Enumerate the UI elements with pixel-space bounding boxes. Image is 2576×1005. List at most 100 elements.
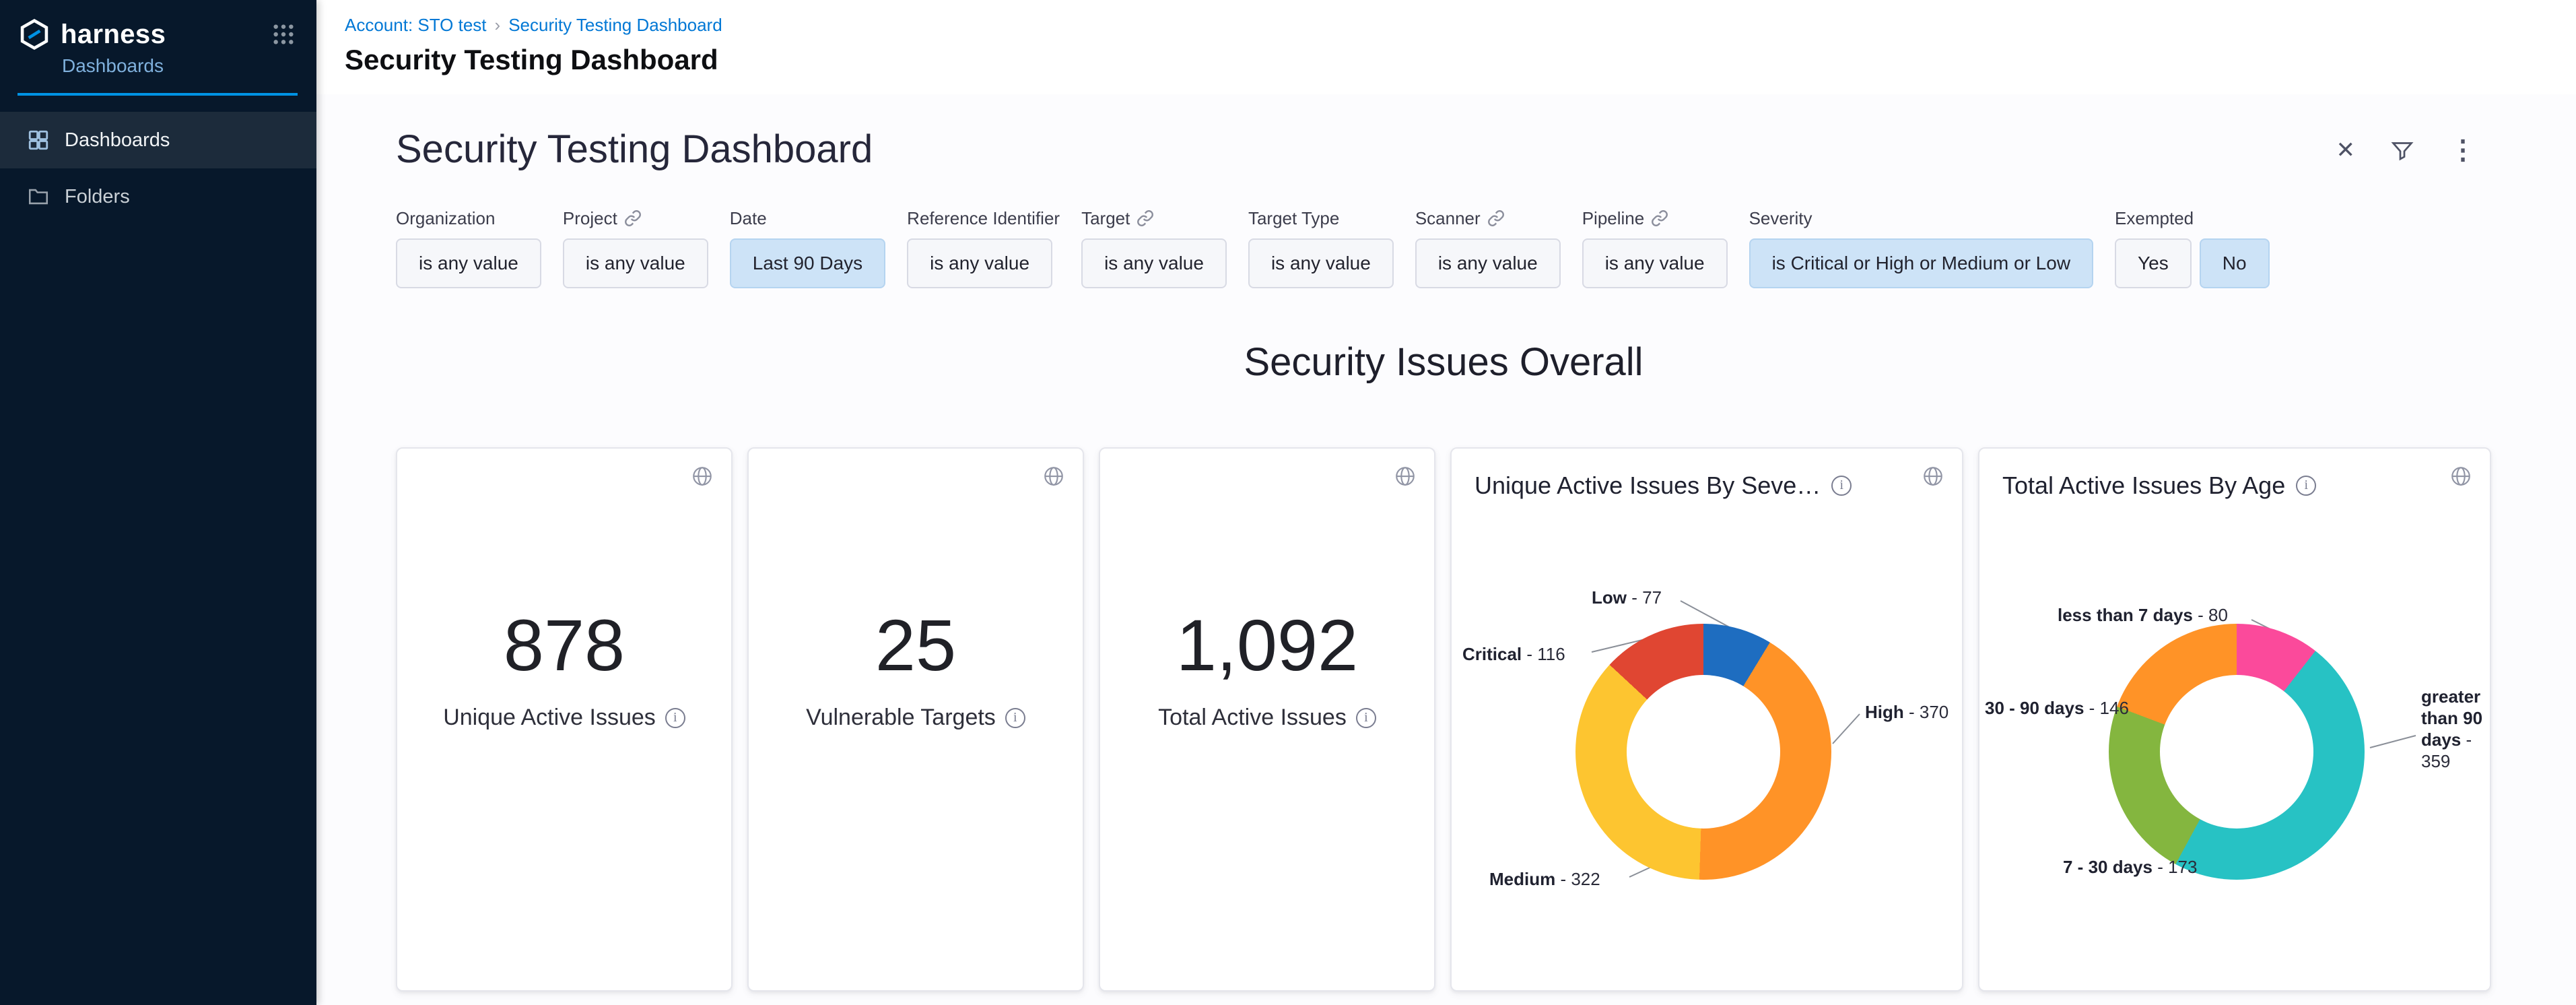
- info-icon[interactable]: [665, 708, 685, 728]
- sidebar-header: harness Dashboards: [0, 0, 316, 96]
- chart-segment-label: Low - 77: [1592, 587, 1662, 608]
- top-header: Account: STO test › Security Testing Das…: [316, 0, 2576, 94]
- chart-segment-label: High - 370: [1865, 702, 1948, 722]
- filter-reference-identifier: Reference Identifier is any value: [907, 207, 1060, 288]
- filter-target: Target is any value: [1081, 207, 1227, 288]
- filter-date-value[interactable]: Last 90 Days: [730, 238, 885, 288]
- section-title: Security Issues Overall: [396, 339, 2491, 385]
- link-icon[interactable]: [1651, 209, 1668, 227]
- sidebar: harness Dashboards Dashb: [0, 0, 316, 1005]
- kebab-menu-icon[interactable]: [2449, 135, 2476, 166]
- breadcrumb-separator: ›: [495, 15, 501, 36]
- app-window: harness Dashboards Dashb: [0, 0, 2576, 1005]
- globe-icon[interactable]: [2449, 465, 2472, 492]
- filter-severity: Severity is Critical or High or Medium o…: [1749, 207, 2093, 288]
- breadcrumb: Account: STO test › Security Testing Das…: [345, 15, 2576, 36]
- filter-bar: Organization is any value Project is a: [396, 207, 2576, 288]
- stat-label-text: Total Active Issues: [1158, 705, 1347, 731]
- donut-hole: [1627, 675, 1780, 829]
- stat-value: 1,092: [1176, 608, 1358, 683]
- filter-project-value[interactable]: is any value: [563, 238, 708, 288]
- chart-segment-label: Critical - 116: [1462, 644, 1565, 664]
- stat-label: Vulnerable Targets: [806, 705, 1025, 731]
- link-icon[interactable]: [1487, 209, 1505, 227]
- filter-target-type: Target Type is any value: [1248, 207, 1394, 288]
- module-grid-icon[interactable]: [272, 23, 295, 51]
- sidebar-item-folders[interactable]: Folders: [0, 168, 316, 225]
- tile-total-issues-by-age: Total Active Issues By Age: [1978, 447, 2491, 992]
- tile-unique-issues-by-severity: Unique Active Issues By Seve…: [1450, 447, 1963, 992]
- main-area: Account: STO test › Security Testing Das…: [316, 0, 2576, 1005]
- sidebar-item-dashboards[interactable]: Dashboards: [0, 112, 316, 168]
- exempted-yes-button[interactable]: Yes: [2115, 238, 2192, 288]
- donut-chart[interactable]: [2109, 624, 2365, 880]
- globe-icon[interactable]: [1394, 465, 1417, 492]
- exempted-no-button[interactable]: No: [2200, 238, 2270, 288]
- tile-vulnerable-targets: 25 Vulnerable Targets: [747, 447, 1084, 992]
- link-icon[interactable]: [1137, 209, 1154, 227]
- filter-pipeline: Pipeline is any value: [1582, 207, 1728, 288]
- chart-title: Unique Active Issues By Seve…: [1475, 472, 1821, 500]
- globe-icon[interactable]: [1922, 465, 1944, 492]
- module-name: Dashboards: [62, 55, 298, 77]
- chart-title-row: Total Active Issues By Age: [1979, 449, 2490, 500]
- breadcrumb-account-link[interactable]: Account: STO test: [345, 15, 487, 36]
- info-icon[interactable]: [1356, 708, 1376, 728]
- globe-icon[interactable]: [1042, 465, 1065, 492]
- harness-logo-icon: [18, 18, 51, 51]
- stat-label: Unique Active Issues: [443, 705, 685, 731]
- dashboard-title: Security Testing Dashboard: [396, 127, 2576, 172]
- harness-logo[interactable]: harness: [18, 18, 298, 51]
- filter-project: Project is any value: [563, 207, 708, 288]
- stat-label: Total Active Issues: [1158, 705, 1376, 731]
- filter-label: Pipeline: [1582, 208, 1645, 229]
- filter-label: Target Type: [1248, 208, 1339, 229]
- info-icon[interactable]: [1831, 476, 1852, 496]
- link-icon[interactable]: [624, 209, 642, 227]
- filter-label: Date: [730, 208, 767, 229]
- chart-title-row: Unique Active Issues By Seve…: [1452, 449, 1962, 500]
- close-icon[interactable]: [2336, 137, 2356, 164]
- filter-exempted: Exempted Yes No: [2115, 207, 2269, 288]
- tiles-row: 878 Unique Active Issues 25 Vulnerable: [396, 447, 2491, 992]
- tile-unique-active-issues: 878 Unique Active Issues: [396, 447, 733, 992]
- dashboards-icon: [27, 129, 50, 152]
- filter-label: Project: [563, 208, 617, 229]
- dashboard-actions: [2336, 135, 2477, 166]
- info-icon[interactable]: [2296, 476, 2316, 496]
- tile-total-active-issues: 1,092 Total Active Issues: [1099, 447, 1435, 992]
- info-icon[interactable]: [1005, 708, 1025, 728]
- globe-icon[interactable]: [691, 465, 714, 492]
- filter-label: Organization: [396, 208, 495, 229]
- chart-segment-label: 30 - 90 days - 146: [1985, 698, 2129, 718]
- donut-chart[interactable]: [1575, 624, 1831, 880]
- sidebar-nav: Dashboards Folders: [0, 112, 316, 225]
- filter-organization: Organization is any value: [396, 207, 541, 288]
- filter-target-type-value[interactable]: is any value: [1248, 238, 1394, 288]
- chart-segment-label: greater than 90 days - 359: [2421, 686, 2494, 772]
- filter-label: Exempted: [2115, 208, 2194, 229]
- page-title: Security Testing Dashboard: [345, 44, 2576, 76]
- sidebar-accent-rule: [18, 93, 298, 96]
- breadcrumb-page-link[interactable]: Security Testing Dashboard: [508, 15, 722, 36]
- folder-icon: [27, 185, 50, 208]
- filter-icon[interactable]: [2390, 138, 2414, 162]
- filter-label: Severity: [1749, 208, 1812, 229]
- filter-pipeline-value[interactable]: is any value: [1582, 238, 1728, 288]
- donut-hole: [2160, 675, 2313, 829]
- stat-label-text: Unique Active Issues: [443, 705, 656, 731]
- stat-value: 878: [504, 608, 625, 683]
- filter-date: Date Last 90 Days: [730, 207, 885, 288]
- filter-target-value[interactable]: is any value: [1081, 238, 1227, 288]
- chart-segment-label: Medium - 322: [1489, 869, 1600, 889]
- filter-severity-value[interactable]: is Critical or High or Medium or Low: [1749, 238, 2093, 288]
- filter-label: Reference Identifier: [907, 208, 1060, 229]
- sidebar-item-label: Folders: [65, 186, 130, 208]
- filter-scanner-value[interactable]: is any value: [1415, 238, 1561, 288]
- stat-value: 25: [875, 608, 956, 683]
- filter-reference-identifier-value[interactable]: is any value: [907, 238, 1052, 288]
- chart-segment-label: less than 7 days - 80: [2058, 605, 2228, 625]
- brand-name: harness: [61, 20, 166, 50]
- chart-segment-label: 7 - 30 days - 173: [2063, 857, 2197, 877]
- filter-organization-value[interactable]: is any value: [396, 238, 541, 288]
